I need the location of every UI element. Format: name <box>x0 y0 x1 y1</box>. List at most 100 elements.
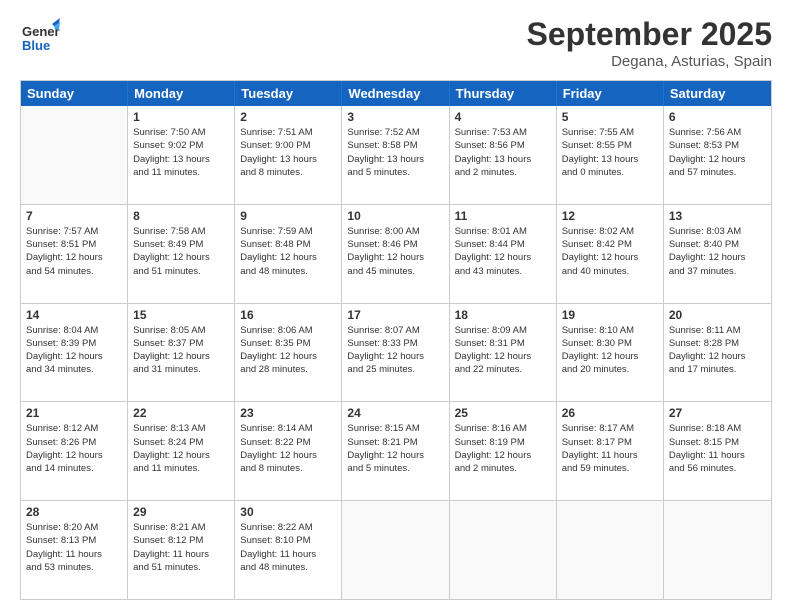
cell-content: Sunrise: 7:57 AM Sunset: 8:51 PM Dayligh… <box>26 225 122 278</box>
calendar-cell-w1-d1 <box>21 106 128 204</box>
cell-content: Sunrise: 8:20 AM Sunset: 8:13 PM Dayligh… <box>26 521 122 574</box>
header-day-monday: Monday <box>128 81 235 106</box>
cell-content: Sunrise: 8:21 AM Sunset: 8:12 PM Dayligh… <box>133 521 229 574</box>
calendar-week-5: 28Sunrise: 8:20 AM Sunset: 8:13 PM Dayli… <box>21 501 771 599</box>
header-day-thursday: Thursday <box>450 81 557 106</box>
day-number: 27 <box>669 406 766 420</box>
calendar-cell-w4-d7: 27Sunrise: 8:18 AM Sunset: 8:15 PM Dayli… <box>664 402 771 500</box>
day-number: 19 <box>562 308 658 322</box>
calendar-cell-w1-d2: 1 Sunrise: 7:50 AM Sunset: 9:02 PM Daylig… <box>128 106 235 204</box>
day-number: 30 <box>240 505 336 519</box>
cell-content: Sunrise: 8:03 AM Sunset: 8:40 PM Dayligh… <box>669 225 766 278</box>
header-day-tuesday: Tuesday <box>235 81 342 106</box>
calendar-cell-w2-d1: 7 Sunrise: 7:57 AM Sunset: 8:51 PM Daylig… <box>21 205 128 303</box>
calendar: SundayMondayTuesdayWednesdayThursdayFrid… <box>20 80 772 600</box>
cell-content: Sunrise: 8:22 AM Sunset: 8:10 PM Dayligh… <box>240 521 336 574</box>
cell-content: Sunrise: 8:01 AM Sunset: 8:44 PM Dayligh… <box>455 225 551 278</box>
day-number: 8 <box>133 209 229 223</box>
day-number: 12 <box>562 209 658 223</box>
cell-content: Sunrise: 8:09 AM Sunset: 8:31 PM Dayligh… <box>455 324 551 377</box>
day-number: 18 <box>455 308 551 322</box>
cell-content: Sunrise: 8:02 AM Sunset: 8:42 PM Dayligh… <box>562 225 658 278</box>
calendar-cell-w5-d7 <box>664 501 771 599</box>
location-subtitle: Degana, Asturias, Spain <box>527 53 772 70</box>
day-number: 4 <box>455 110 551 124</box>
calendar-cell-w3-d6: 19 Sunrise: 8:10 AM Sunset: 8:30 PM Dayli… <box>557 304 664 402</box>
day-number: 5 <box>562 110 658 124</box>
title-block: September 2025 Degana, Asturias, Spain <box>527 16 772 70</box>
calendar-cell-w2-d3: 9 Sunrise: 7:59 AM Sunset: 8:48 PM Daylig… <box>235 205 342 303</box>
calendar-cell-w4-d4: 24Sunrise: 8:15 AM Sunset: 8:21 PM Dayli… <box>342 402 449 500</box>
day-number: 10 <box>347 209 443 223</box>
day-number: 3 <box>347 110 443 124</box>
cell-content: Sunrise: 7:50 AM Sunset: 9:02 PM Dayligh… <box>133 126 229 179</box>
calendar-cell-w5-d1: 28Sunrise: 8:20 AM Sunset: 8:13 PM Dayli… <box>21 501 128 599</box>
calendar-cell-w1-d7: 6Sunrise: 7:56 AM Sunset: 8:53 PM Daylig… <box>664 106 771 204</box>
calendar-cell-w5-d4 <box>342 501 449 599</box>
svg-text:Blue: Blue <box>22 38 50 53</box>
calendar-cell-w2-d4: 10 Sunrise: 8:00 AM Sunset: 8:46 PM Dayli… <box>342 205 449 303</box>
logo-icon: General Blue <box>20 16 60 56</box>
header-day-sunday: Sunday <box>21 81 128 106</box>
header: General Blue September 2025 Degana, Astu… <box>20 16 772 70</box>
header-day-saturday: Saturday <box>664 81 771 106</box>
cell-content: Sunrise: 7:51 AM Sunset: 9:00 PM Dayligh… <box>240 126 336 179</box>
calendar-cell-w3-d2: 15 Sunrise: 8:05 AM Sunset: 8:37 PM Dayli… <box>128 304 235 402</box>
day-number: 2 <box>240 110 336 124</box>
calendar-week-3: 14 Sunrise: 8:04 AM Sunset: 8:39 PM Dayli… <box>21 304 771 403</box>
calendar-cell-w5-d3: 30 Sunrise: 8:22 AM Sunset: 8:10 PM Dayli… <box>235 501 342 599</box>
cell-content: Sunrise: 7:59 AM Sunset: 8:48 PM Dayligh… <box>240 225 336 278</box>
day-number: 13 <box>669 209 766 223</box>
day-number: 21 <box>26 406 122 420</box>
calendar-cell-w3-d7: 20 Sunrise: 8:11 AM Sunset: 8:28 PM Dayli… <box>664 304 771 402</box>
calendar-cell-w4-d1: 21 Sunrise: 8:12 AM Sunset: 8:26 PM Dayli… <box>21 402 128 500</box>
day-number: 9 <box>240 209 336 223</box>
day-number: 1 <box>133 110 229 124</box>
day-number: 29 <box>133 505 229 519</box>
day-number: 15 <box>133 308 229 322</box>
day-number: 20 <box>669 308 766 322</box>
cell-content: Sunrise: 8:00 AM Sunset: 8:46 PM Dayligh… <box>347 225 443 278</box>
month-title: September 2025 <box>527 16 772 53</box>
cell-content: Sunrise: 8:16 AM Sunset: 8:19 PM Dayligh… <box>455 422 551 475</box>
cell-content: Sunrise: 8:04 AM Sunset: 8:39 PM Dayligh… <box>26 324 122 377</box>
day-number: 16 <box>240 308 336 322</box>
header-day-wednesday: Wednesday <box>342 81 449 106</box>
calendar-cell-w3-d1: 14 Sunrise: 8:04 AM Sunset: 8:39 PM Dayli… <box>21 304 128 402</box>
page-container: General Blue September 2025 Degana, Astu… <box>0 0 792 612</box>
calendar-cell-w3-d3: 16 Sunrise: 8:06 AM Sunset: 8:35 PM Dayli… <box>235 304 342 402</box>
day-number: 14 <box>26 308 122 322</box>
cell-content: Sunrise: 8:07 AM Sunset: 8:33 PM Dayligh… <box>347 324 443 377</box>
calendar-week-1: 1 Sunrise: 7:50 AM Sunset: 9:02 PM Daylig… <box>21 106 771 205</box>
cell-content: Sunrise: 8:12 AM Sunset: 8:26 PM Dayligh… <box>26 422 122 475</box>
cell-content: Sunrise: 8:05 AM Sunset: 8:37 PM Dayligh… <box>133 324 229 377</box>
calendar-cell-w5-d5 <box>450 501 557 599</box>
calendar-cell-w5-d2: 29 Sunrise: 8:21 AM Sunset: 8:12 PM Dayli… <box>128 501 235 599</box>
calendar-cell-w4-d2: 22Sunrise: 8:13 AM Sunset: 8:24 PM Dayli… <box>128 402 235 500</box>
calendar-cell-w2-d6: 12 Sunrise: 8:02 AM Sunset: 8:42 PM Dayli… <box>557 205 664 303</box>
day-number: 17 <box>347 308 443 322</box>
calendar-cell-w3-d4: 17 Sunrise: 8:07 AM Sunset: 8:33 PM Dayli… <box>342 304 449 402</box>
cell-content: Sunrise: 8:17 AM Sunset: 8:17 PM Dayligh… <box>562 422 658 475</box>
day-number: 26 <box>562 406 658 420</box>
day-number: 25 <box>455 406 551 420</box>
calendar-week-4: 21 Sunrise: 8:12 AM Sunset: 8:26 PM Dayli… <box>21 402 771 501</box>
cell-content: Sunrise: 8:11 AM Sunset: 8:28 PM Dayligh… <box>669 324 766 377</box>
day-number: 22 <box>133 406 229 420</box>
calendar-cell-w2-d7: 13 Sunrise: 8:03 AM Sunset: 8:40 PM Dayli… <box>664 205 771 303</box>
calendar-cell-w2-d5: 11 Sunrise: 8:01 AM Sunset: 8:44 PM Dayli… <box>450 205 557 303</box>
calendar-cell-w4-d6: 26 Sunrise: 8:17 AM Sunset: 8:17 PM Dayli… <box>557 402 664 500</box>
cell-content: Sunrise: 7:55 AM Sunset: 8:55 PM Dayligh… <box>562 126 658 179</box>
cell-content: Sunrise: 8:06 AM Sunset: 8:35 PM Dayligh… <box>240 324 336 377</box>
day-number: 11 <box>455 209 551 223</box>
calendar-cell-w4-d5: 25 Sunrise: 8:16 AM Sunset: 8:19 PM Dayli… <box>450 402 557 500</box>
header-day-friday: Friday <box>557 81 664 106</box>
day-number: 7 <box>26 209 122 223</box>
calendar-cell-w2-d2: 8 Sunrise: 7:58 AM Sunset: 8:49 PM Daylig… <box>128 205 235 303</box>
cell-content: Sunrise: 8:14 AM Sunset: 8:22 PM Dayligh… <box>240 422 336 475</box>
day-number: 6 <box>669 110 766 124</box>
cell-content: Sunrise: 8:10 AM Sunset: 8:30 PM Dayligh… <box>562 324 658 377</box>
calendar-cell-w4-d3: 23Sunrise: 8:14 AM Sunset: 8:22 PM Dayli… <box>235 402 342 500</box>
logo: General Blue <box>20 16 60 61</box>
cell-content: Sunrise: 7:58 AM Sunset: 8:49 PM Dayligh… <box>133 225 229 278</box>
